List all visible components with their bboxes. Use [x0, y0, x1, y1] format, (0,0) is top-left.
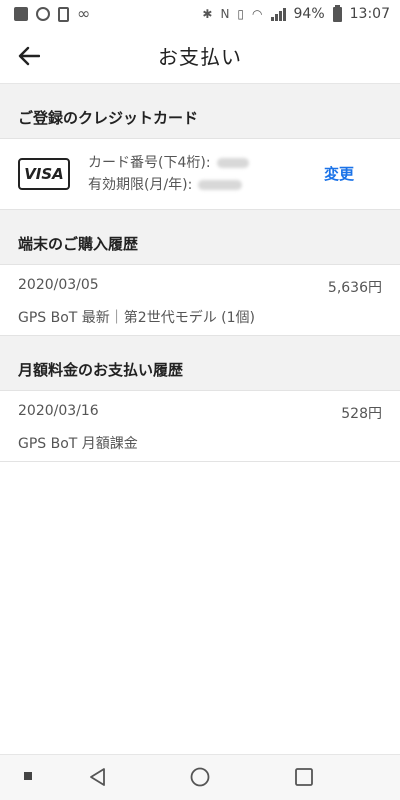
back-button[interactable] [14, 42, 44, 70]
status-left: ∞ [14, 4, 91, 23]
card-info: カード番号(下4桁): 有効期限(月/年): [88, 152, 249, 196]
triangle-back-icon [90, 768, 105, 786]
wifi-icon: ◠ [252, 7, 263, 21]
square-recents-icon [295, 768, 313, 786]
card-number-masked [216, 158, 249, 168]
notification-phone-icon [58, 6, 69, 22]
nav-back-button[interactable] [88, 767, 108, 787]
card-section-header: ご登録のクレジットカード [0, 84, 400, 138]
signal-icon [270, 7, 286, 21]
empty-area [0, 462, 400, 774]
payment-content: ご登録のクレジットカード VISA カード番号(下4桁): 有効期限(月/年):… [0, 84, 400, 774]
status-right: ✱ N ▯ ◠ 94% 13:07 [202, 4, 390, 22]
system-nav-bar [0, 754, 400, 800]
arrow-left-icon [18, 46, 40, 66]
history-description: GPS BoT 最新｜第2世代モデル (1個) [18, 310, 255, 326]
status-bar: ∞ ✱ N ▯ ◠ 94% 13:07 [0, 0, 400, 28]
notification-infinity-icon: ∞ [77, 4, 91, 23]
visa-card-icon: VISA [18, 158, 70, 190]
circle-home-icon [190, 767, 210, 787]
monthly-section-header: 月額料金のお支払い履歴 [0, 336, 400, 390]
card-number-line: カード番号(下4桁): [88, 152, 249, 174]
card-expiry-label: 有効期限(月/年): [88, 177, 193, 193]
notification-grid-icon [14, 7, 28, 21]
bluetooth-icon: ✱ [202, 7, 213, 21]
battery-icon [332, 4, 342, 22]
card-expiry-masked [198, 180, 243, 190]
monthly-history-row: 2020/03/16 528円 GPS BoT 月額課金 [0, 390, 400, 462]
vibrate-icon: ▯ [237, 7, 245, 21]
nav-recents-button[interactable] [294, 767, 314, 787]
device-section-header: 端末のご購入履歴 [0, 210, 400, 264]
history-description: GPS BoT 月額課金 [18, 436, 138, 452]
page-title: お支払い [158, 45, 242, 69]
clock: 13:07 [349, 6, 390, 22]
change-card-button[interactable]: 変更 [324, 163, 354, 184]
history-date: 2020/03/16 [18, 403, 99, 419]
device-history-row: 2020/03/05 5,636円 GPS BoT 最新｜第2世代モデル (1個… [0, 264, 400, 336]
nav-home-button[interactable] [190, 767, 210, 787]
nav-dot-button[interactable] [24, 772, 32, 780]
notification-circle-icon [36, 7, 50, 21]
credit-card-row: VISA カード番号(下4桁): 有効期限(月/年): 変更 [0, 138, 400, 210]
card-number-label: カード番号(下4桁): [88, 155, 211, 171]
battery-percent: 94% [293, 6, 325, 22]
history-amount: 5,636円 [327, 280, 382, 296]
history-date: 2020/03/05 [18, 277, 99, 293]
app-bar: お支払い [0, 28, 400, 84]
nfc-icon: N [220, 7, 230, 21]
card-expiry-line: 有効期限(月/年): [88, 174, 249, 196]
history-amount: 528円 [341, 406, 382, 422]
small-square-icon [24, 772, 32, 780]
